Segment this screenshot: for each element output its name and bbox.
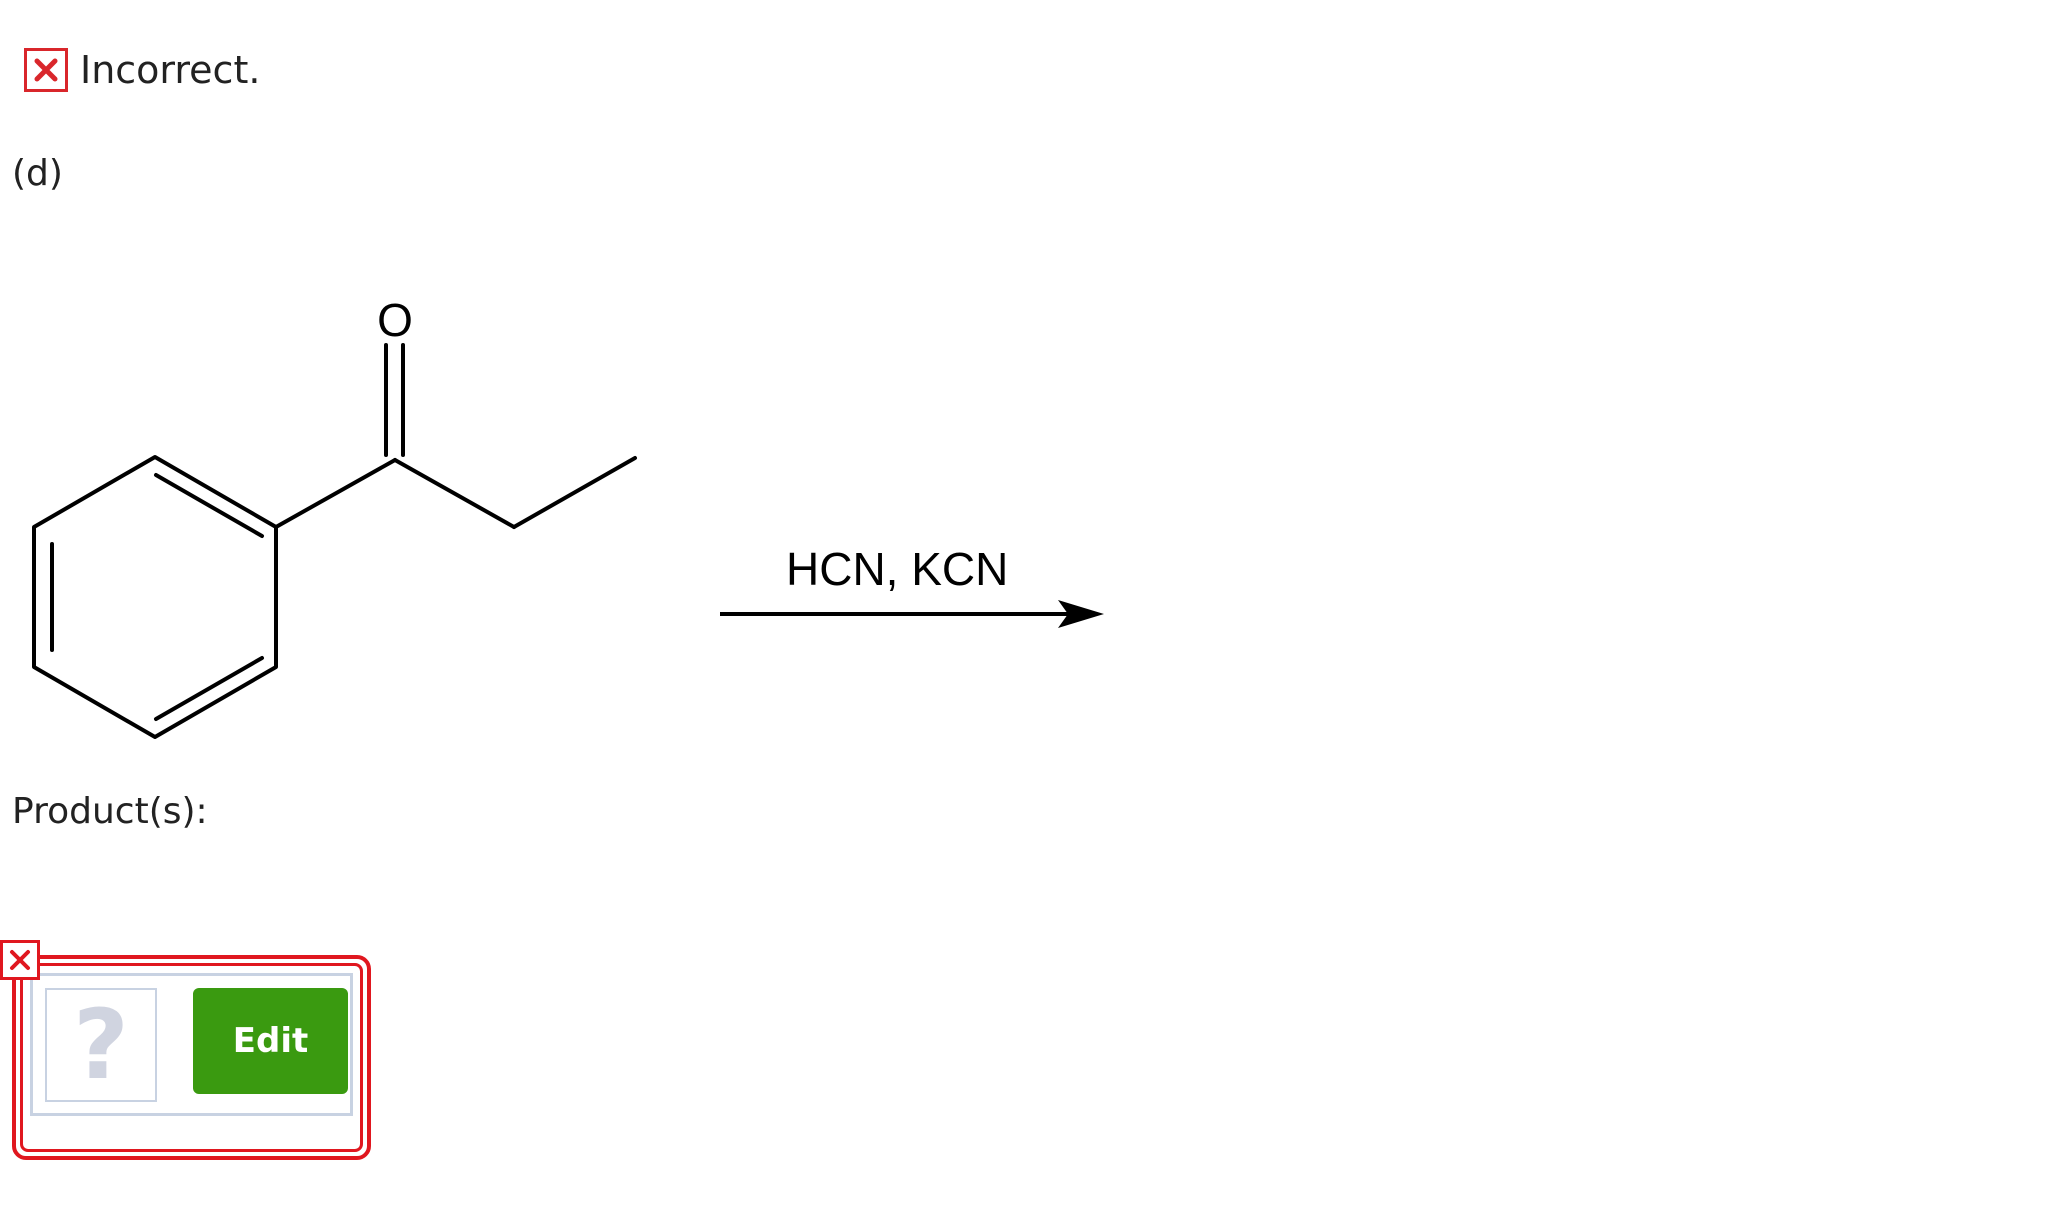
reactant-structure	[32, 343, 637, 739]
ch2-ch3-bond	[512, 456, 637, 529]
oxygen-atom-label: O	[377, 294, 413, 346]
question-mark-icon: ?	[73, 989, 129, 1101]
carbonyl-ch2-bond	[393, 458, 516, 529]
products-label: Product(s):	[12, 791, 208, 832]
ring-carbonyl-bond	[274, 458, 397, 529]
reagent-label: HCN, KCN	[786, 543, 1009, 595]
answer-frame: ? Edit	[30, 973, 353, 1116]
structure-placeholder[interactable]: ?	[45, 988, 157, 1102]
error-x-icon	[0, 940, 40, 980]
ring-double-bond-1	[154, 473, 264, 538]
benzene-ring	[32, 455, 278, 739]
ring-double-bond-2	[154, 656, 264, 721]
edit-button[interactable]: Edit	[193, 988, 348, 1094]
product-answer-widget[interactable]: ? Edit	[12, 955, 371, 1160]
reaction-arrow	[720, 600, 1104, 628]
